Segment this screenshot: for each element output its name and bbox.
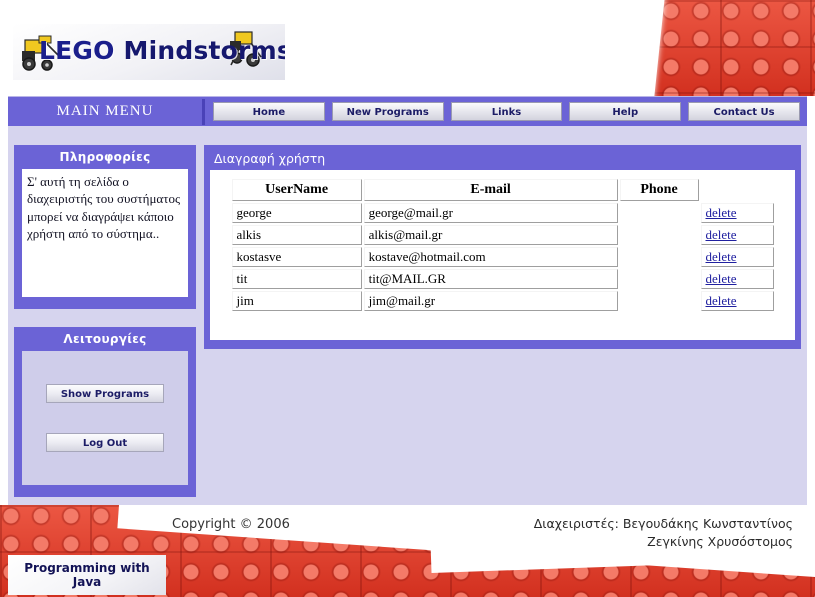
users-table-head: UserName E-mail Phone <box>231 179 774 201</box>
nav-button-contact-us[interactable]: Contact Us <box>688 102 800 121</box>
logo-mindstorms-word: Mindstorms <box>114 36 285 65</box>
cell-phone <box>620 291 699 311</box>
java-badge-line-2: Java <box>72 575 102 589</box>
cell-username: jim <box>231 291 362 311</box>
site-footer: Copyright © 2006 Διαχειριστές: Βεγουδάκη… <box>0 505 815 597</box>
cell-email: alkis@mail.gr <box>363 225 618 245</box>
menu-divider <box>202 98 205 125</box>
cell-username: george <box>231 203 362 223</box>
operations-panel: Λειτουργίες Show Programs Log Out <box>14 327 196 497</box>
main-navigation-bar: MAIN MENU Home New Programs Links Help C… <box>8 96 807 126</box>
cell-username: kostasve <box>231 247 362 267</box>
operations-panel-title: Λειτουργίες <box>63 332 147 346</box>
info-panel: Πληροφορίες Σ' αυτή τη σελίδα ο διαχειρι… <box>14 145 196 309</box>
column-header-username: UserName <box>231 179 362 201</box>
delete-link[interactable]: delete <box>706 227 737 242</box>
cell-action: delete <box>700 247 774 267</box>
nav-button-help[interactable]: Help <box>569 102 682 121</box>
table-header-row: UserName E-mail Phone <box>231 179 774 201</box>
cell-email: kostave@hotmail.com <box>363 247 618 267</box>
show-programs-button[interactable]: Show Programs <box>46 384 164 403</box>
delete-link[interactable]: delete <box>706 205 737 220</box>
administrators-line-2: Ζεγκίνης Χρυσόστομος <box>647 534 793 550</box>
table-row: alkis alkis@mail.gr delete <box>231 225 774 245</box>
cell-username: tit <box>231 269 362 289</box>
cell-phone <box>620 203 699 223</box>
cell-email: tit@MAIL.GR <box>363 269 618 289</box>
java-badge-line-1: Programming with <box>24 560 150 575</box>
users-table: UserName E-mail Phone george george@mail… <box>230 177 776 313</box>
programming-with-java-badge: Programming with Java <box>8 555 166 595</box>
delete-link[interactable]: delete <box>706 249 737 264</box>
table-row: tit tit@MAIL.GR delete <box>231 269 774 289</box>
table-row: george george@mail.gr delete <box>231 203 774 223</box>
cell-email: jim@mail.gr <box>363 291 618 311</box>
delete-link[interactable]: delete <box>706 293 737 308</box>
table-row: kostasve kostave@hotmail.com delete <box>231 247 774 267</box>
lego-mindstorms-logo: LEGO Mindstorms <box>13 24 285 80</box>
nav-button-home[interactable]: Home <box>213 102 325 121</box>
column-header-phone: Phone <box>619 179 699 201</box>
table-row: jim jim@mail.gr delete <box>231 291 774 311</box>
delete-link[interactable]: delete <box>706 271 737 286</box>
cell-username: alkis <box>231 225 362 245</box>
operations-panel-body: Show Programs Log Out <box>22 351 188 485</box>
copyright-text: Copyright © 2006 <box>172 517 290 532</box>
info-panel-title: Πληροφορίες <box>59 150 151 164</box>
site-header-banner: LEGO Mindstorms <box>0 0 815 96</box>
users-table-body: george george@mail.gr delete alkis alkis… <box>231 203 774 311</box>
main-menu-label: MAIN MENU <box>56 103 154 119</box>
log-out-button[interactable]: Log Out <box>46 433 164 452</box>
cell-action: delete <box>700 225 774 245</box>
delete-user-panel: Διαγραφή χρήστη UserName E-mail Phone ge… <box>204 145 801 349</box>
java-badge-text: Programming with Java <box>24 561 149 589</box>
cell-action: delete <box>700 203 774 223</box>
administrators-line-1: Διαχειριστές: Βεγουδάκης Κωνσταντίνος <box>533 516 793 531</box>
page-body: Πληροφορίες Σ' αυτή τη σελίδα ο διαχειρι… <box>8 126 807 505</box>
delete-user-panel-body: UserName E-mail Phone george george@mail… <box>210 170 795 340</box>
cell-action: delete <box>700 291 774 311</box>
nav-button-group: Home New Programs Links Help Contact Us <box>207 102 807 121</box>
cell-phone <box>620 269 699 289</box>
cell-action: delete <box>700 269 774 289</box>
administrators-credit: Διαχειριστές: Βεγουδάκης Κωνσταντίνος Ζε… <box>534 515 793 551</box>
nav-button-links[interactable]: Links <box>450 102 563 121</box>
logo-lego-word: LEGO <box>39 36 115 65</box>
page-title: Διαγραφή χρήστη <box>214 151 326 166</box>
logo-wordmark: LEGO Mindstorms <box>39 36 285 65</box>
cell-email: george@mail.gr <box>363 203 618 223</box>
cell-phone <box>620 225 699 245</box>
column-header-email: E-mail <box>363 179 618 201</box>
column-header-action <box>701 179 774 201</box>
cell-phone <box>620 247 699 267</box>
nav-button-new-programs[interactable]: New Programs <box>331 102 444 121</box>
info-panel-text: Σ' αυτή τη σελίδα ο διαχειριστής του συσ… <box>22 169 188 297</box>
